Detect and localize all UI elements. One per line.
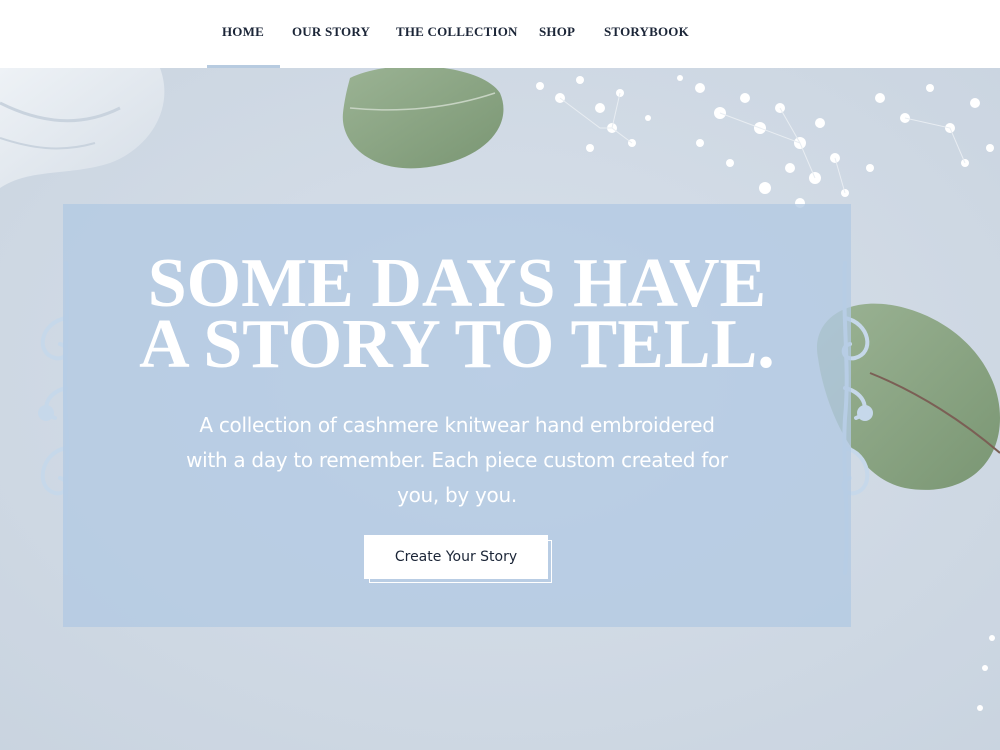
hero-subtext-line1: A collection of cashmere knitwear hand e… <box>199 413 715 437</box>
hero-headline-line2: A STORY TO TELL. <box>139 306 775 383</box>
hero-headline: SOME DAYS HAVE A STORY TO TELL. <box>0 245 914 383</box>
main-nav: HOME OUR STORY THE COLLECTION SHOP STORY… <box>0 0 1000 68</box>
hero-subtext: A collection of cashmere knitwear hand e… <box>150 408 764 513</box>
nav-our-story[interactable]: OUR STORY <box>292 0 370 68</box>
nav-the-collection[interactable]: THE COLLECTION <box>396 0 518 68</box>
nav-shop[interactable]: SHOP <box>539 0 575 68</box>
create-your-story-button[interactable]: Create Your Story <box>364 535 548 579</box>
hero-section: SOME DAYS HAVE A STORY TO TELL. A collec… <box>0 68 1000 750</box>
cta-wrapper: Create Your Story <box>364 535 552 583</box>
nav-home[interactable]: HOME <box>207 0 280 68</box>
hero-subtext-line2: with a day to remember. Each piece custo… <box>186 448 728 472</box>
hero-subtext-line3: you, by you. <box>397 483 517 507</box>
nav-storybook[interactable]: STORYBOOK <box>604 0 689 68</box>
hero-headline-line1: SOME DAYS HAVE <box>147 245 767 322</box>
